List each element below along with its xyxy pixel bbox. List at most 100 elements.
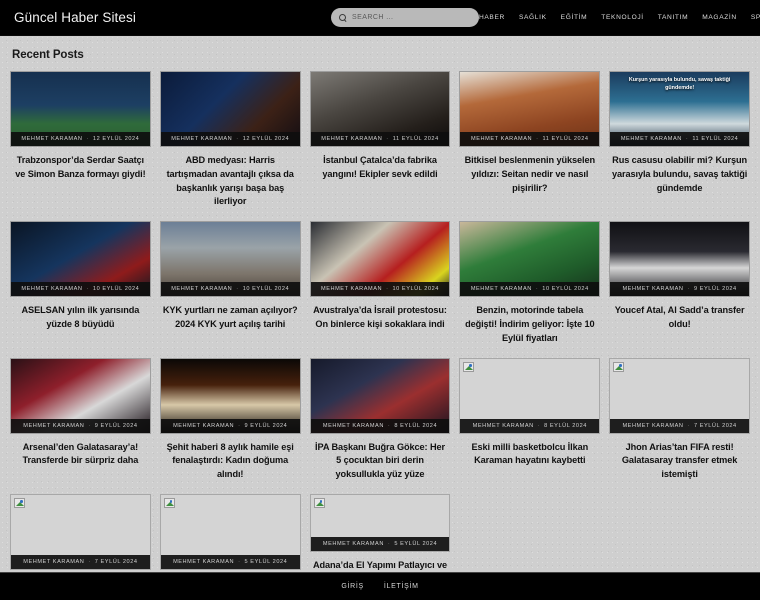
post-card[interactable]: MEHMET KARAMAN · 9 EYLÜL 2024 Youcef Atal, …: [609, 221, 750, 345]
post-card[interactable]: MEHMET KARAMAN · 12 EYLÜL 2024 Trabzonspor’…: [10, 71, 151, 209]
post-meta: MEHMET KARAMAN · 10 EYLÜL 2024: [160, 282, 300, 297]
page-title: Recent Posts: [12, 49, 84, 61]
post-meta: MEHMET KARAMAN · 11 EYLÜL 2024: [610, 132, 749, 146]
post-thumbnail[interactable]: MEHMET KARAMAN · 8 EYLÜL 2024: [309, 357, 451, 434]
meta-separator: ·: [535, 286, 539, 293]
post-thumbnail[interactable]: MEHMET KARAMAN · 9 EYLÜL 2024: [159, 357, 301, 434]
post-title[interactable]: Arsenal’den Galatasaray’a! Transferde bi…: [10, 441, 151, 469]
post-thumbnail-broken[interactable]: MEHMET KARAMAN · 7 EYLÜL 2024: [10, 493, 151, 570]
footer-link-gi-ri-[interactable]: GİRİŞ: [341, 583, 364, 590]
post-meta: MEHMET KARAMAN · 5 EYLÜL 2024: [160, 554, 300, 569]
post-thumbnail[interactable]: MEHMET KARAMAN · 11 EYLÜL 2024: [309, 71, 451, 147]
site-footer: GİRİŞ İLETİŞİM: [0, 572, 760, 600]
post-title[interactable]: ABD medyası: Harris tartışmadan avantajl…: [160, 154, 301, 209]
nav-item-tanitim[interactable]: TANITIM: [658, 14, 688, 21]
post-thumbnail-broken[interactable]: MEHMET KARAMAN · 5 EYLÜL 2024: [309, 493, 451, 552]
post-title[interactable]: Benzin, motorinde tabela değişti! İndiri…: [459, 304, 600, 345]
post-title[interactable]: Eski milli basketbolcu İlkan Karaman hay…: [459, 441, 600, 469]
post-title[interactable]: Youcef Atal, Al Sadd’a transfer oldu!: [609, 304, 750, 332]
nav-item-haber[interactable]: HABER: [479, 14, 505, 21]
post-card[interactable]: MEHMET KARAMAN · 10 EYLÜL 2024 Benzin, moto…: [459, 221, 601, 345]
post-thumbnail-broken[interactable]: MEHMET KARAMAN · 7 EYLÜL 2024: [609, 357, 750, 434]
footer-navigation: GİRİŞ İLETİŞİM: [341, 583, 418, 590]
post-card[interactable]: MEHMET KARAMAN · 11 EYLÜL 2024 İstanbul Çat…: [309, 71, 451, 209]
post-title[interactable]: ASELSAN yılın ilk yarısında yüzde 8 büyü…: [10, 304, 151, 332]
post-title[interactable]: İPA Başkanı Buğra Gökce: Her 5 çocuktan …: [310, 441, 451, 482]
post-thumbnail[interactable]: MEHMET KARAMAN · 9 EYLÜL 2024: [10, 357, 151, 434]
post-title[interactable]: Rus casusu olabilir mi? Kurşun yarasıyla…: [609, 154, 750, 195]
post-card[interactable]: MEHMET KARAMAN · 9 EYLÜL 2024 Arsenal’den G…: [10, 357, 151, 482]
post-card[interactable]: MEHMET KARAMAN · 10 EYLÜL 2024 ASELSAN yılı…: [10, 221, 151, 345]
post-date: 10 EYLÜL 2024: [92, 286, 140, 293]
post-thumbnail-broken[interactable]: MEHMET KARAMAN · 5 EYLÜL 2024: [159, 493, 301, 570]
main-navigation: HABER SAĞLIK EĞİTİM TEKNOLOJİ TANITIM MAGAZİN…: [479, 14, 760, 21]
meta-separator: ·: [86, 136, 89, 142]
post-title[interactable]: KYK yurtları ne zaman açılıyor? 2024 KYK…: [160, 304, 301, 332]
post-title[interactable]: Bitkisel beslenmenin yükselen yıldızı: S…: [459, 154, 600, 195]
post-author: MEHMET KARAMAN: [622, 422, 684, 429]
meta-separator: ·: [238, 422, 241, 429]
nav-item-sa-lik[interactable]: SAĞLIK: [519, 14, 547, 21]
meta-separator: ·: [687, 422, 690, 429]
post-title[interactable]: İstanbul Çatalca’da fabrika yangını! Eki…: [310, 154, 451, 182]
search-input[interactable]: [351, 14, 471, 21]
post-title[interactable]: Şehit haberi 8 aylık hamile eşi fenalaşt…: [160, 441, 301, 482]
post-card[interactable]: MEHMET KARAMAN · 7 EYLÜL 2024 Jhon Arias’ta…: [609, 357, 750, 482]
post-meta: MEHMET KARAMAN · 12 EYLÜL 2024: [160, 132, 300, 146]
post-meta: MEHMET KARAMAN · 5 EYLÜL 2024: [310, 536, 450, 551]
post-thumbnail[interactable]: MEHMET KARAMAN · 12 EYLÜL 2024: [159, 71, 301, 147]
post-title[interactable]: Jhon Arias’tan FIFA resti! Galatasaray t…: [609, 441, 750, 482]
post-card[interactable]: Kurşun yarasıyla bulundu, savaş taktiği …: [609, 71, 750, 209]
post-author: MEHMET KARAMAN: [23, 422, 85, 429]
broken-image-icon: [14, 497, 25, 508]
post-title[interactable]: Trabzonspor’da Serdar Saatçı ve Simon Ba…: [10, 154, 151, 182]
post-thumbnail[interactable]: MEHMET KARAMAN · 9 EYLÜL 2024: [609, 221, 750, 298]
nav-item-teknoloji-[interactable]: TEKNOLOJİ: [601, 14, 644, 21]
post-card[interactable]: MEHMET KARAMAN · 11 EYLÜL 2024 Bitkisel bes…: [459, 71, 601, 209]
post-author: MEHMET KARAMAN: [471, 136, 533, 142]
post-meta: MEHMET KARAMAN · 10 EYLÜL 2024: [310, 282, 450, 297]
site-logo[interactable]: Güncel Haber Sitesi: [14, 10, 136, 25]
post-thumbnail[interactable]: MEHMET KARAMAN · 12 EYLÜL 2024: [10, 71, 151, 147]
post-thumbnail-broken[interactable]: MEHMET KARAMAN · 8 EYLÜL 2024: [459, 357, 601, 434]
post-thumbnail[interactable]: Kurşun yarasıyla bulundu, savaş taktiği …: [609, 71, 750, 147]
post-author: MEHMET KARAMAN: [23, 558, 85, 565]
meta-separator: ·: [88, 422, 91, 429]
post-title[interactable]: Avustralya’da İsrail protestosu: On binl…: [310, 304, 451, 332]
post-author: MEHMET KARAMAN: [470, 286, 532, 293]
post-card[interactable]: MEHMET KARAMAN · 8 EYLÜL 2024 Eski milli ba…: [459, 357, 601, 482]
post-card[interactable]: MEHMET KARAMAN · 10 EYLÜL 2024 KYK yurtları…: [159, 221, 301, 345]
post-author: MEHMET KARAMAN: [173, 422, 235, 429]
footer-link-i-leti-i-m[interactable]: İLETİŞİM: [384, 583, 419, 590]
post-meta: MEHMET KARAMAN · 8 EYLÜL 2024: [310, 418, 450, 433]
post-date: 9 EYLÜL 2024: [94, 422, 138, 429]
post-author: MEHMET KARAMAN: [322, 540, 384, 547]
search-box[interactable]: [330, 8, 479, 27]
post-thumbnail[interactable]: MEHMET KARAMAN · 10 EYLÜL 2024: [459, 221, 601, 298]
post-card[interactable]: MEHMET KARAMAN · 12 EYLÜL 2024 ABD medyası:…: [159, 71, 301, 209]
post-card[interactable]: MEHMET KARAMAN · 8 EYLÜL 2024 İPA Başkanı B…: [309, 357, 451, 482]
nav-item-spor[interactable]: SPOR: [751, 14, 760, 21]
nav-item-e-i-ti-m[interactable]: EĞİTİM: [561, 14, 588, 21]
post-date: 11 EYLÜL 2024: [692, 136, 739, 142]
post-thumbnail[interactable]: MEHMET KARAMAN · 10 EYLÜL 2024: [159, 221, 301, 298]
post-meta: MEHMET KARAMAN · 10 EYLÜL 2024: [11, 282, 150, 297]
search-icon: [338, 13, 347, 22]
post-thumbnail[interactable]: MEHMET KARAMAN · 10 EYLÜL 2024: [10, 221, 151, 298]
post-meta: MEHMET KARAMAN · 9 EYLÜL 2024: [160, 418, 300, 433]
post-date: 9 EYLÜL 2024: [693, 286, 737, 293]
post-date: 12 EYLÜL 2024: [242, 136, 290, 142]
post-card[interactable]: MEHMET KARAMAN · 9 EYLÜL 2024 Şehit haberi …: [159, 357, 301, 482]
post-thumbnail[interactable]: MEHMET KARAMAN · 11 EYLÜL 2024: [459, 71, 601, 147]
broken-image-icon: [463, 361, 475, 372]
post-date: 11 EYLÜL 2024: [392, 136, 439, 142]
post-meta: MEHMET KARAMAN · 11 EYLÜL 2024: [460, 132, 600, 146]
post-date: 12 EYLÜL 2024: [92, 136, 140, 142]
post-author: MEHMET KARAMAN: [322, 422, 384, 429]
post-card[interactable]: MEHMET KARAMAN · 10 EYLÜL 2024 Avustralya’d…: [309, 221, 451, 345]
nav-item-magazi-n[interactable]: MAGAZİN: [702, 14, 737, 21]
post-author: MEHMET KARAMAN: [171, 286, 233, 293]
post-thumbnail[interactable]: MEHMET KARAMAN · 10 EYLÜL 2024: [309, 221, 451, 298]
meta-separator: ·: [236, 136, 239, 142]
image-overlay-text: Kurşun yarasıyla bulundu, savaş taktiği …: [628, 77, 731, 92]
